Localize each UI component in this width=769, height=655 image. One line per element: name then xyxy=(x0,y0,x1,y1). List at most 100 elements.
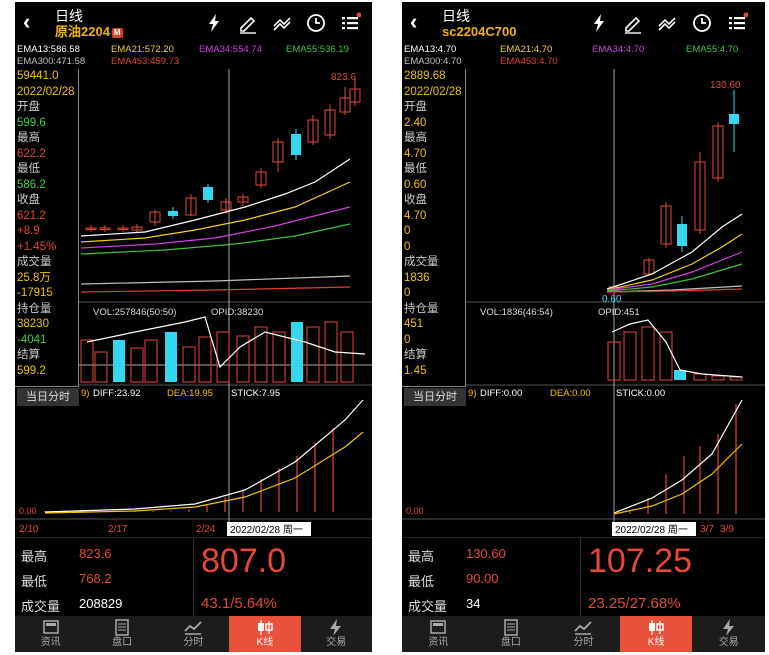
date-tick-0: 2/10 xyxy=(19,524,39,535)
info-line: 0 xyxy=(404,287,411,299)
info-line: 持仓量 xyxy=(17,302,52,315)
nav-label: 盘口 xyxy=(112,637,133,648)
timeshare-icon xyxy=(574,621,593,635)
stats-divider xyxy=(193,538,194,618)
date-tick-2: 2/24 xyxy=(196,524,216,535)
nav-tab-1[interactable]: 盘口 xyxy=(475,616,548,652)
info-line: 4.70 xyxy=(404,209,427,222)
last-price: 107.25 xyxy=(588,542,692,580)
open-interest-line xyxy=(86,316,366,369)
low-value: 768.2 xyxy=(79,571,112,586)
volume-label: VOL:257846(50:50) xyxy=(93,307,176,318)
nav-label: 资讯 xyxy=(40,637,61,648)
crosshair-info-panel: 59441.0 2022/02/28 开盘 599.6 最高 622.2 最低 586.2 收盘… xyxy=(15,69,79,387)
info-line: 0 xyxy=(404,225,411,237)
macd-zero-label: 0.00 xyxy=(19,506,37,516)
volume-bar-6 xyxy=(182,346,196,383)
volume-bar-7 xyxy=(198,336,212,383)
volume-bar-1 xyxy=(94,351,108,383)
info-line: 最低 xyxy=(404,163,427,175)
info-line: 1836 xyxy=(404,271,430,284)
info-line: 621.2 xyxy=(17,209,46,222)
ema13-line xyxy=(80,158,351,237)
volume-bar-2 xyxy=(641,326,655,381)
intraday-button[interactable]: 当日分时 xyxy=(404,388,466,406)
last-price: 807.0 xyxy=(201,542,287,580)
info-line: 1.45 xyxy=(404,364,427,377)
info-line: 586.2 xyxy=(17,178,46,191)
info-line: 最高 xyxy=(17,132,40,144)
volume-bar-8 xyxy=(216,331,230,383)
ema300-line xyxy=(80,275,351,285)
cursor-date: 2022/02/28 周一 xyxy=(230,524,303,536)
volume-bar-4 xyxy=(144,339,158,383)
quote-stats: 最高 130.60 最低 90.00 成交量 34 107.25 23.25/2… xyxy=(402,537,765,618)
nav-tab-0[interactable]: 资讯 xyxy=(15,616,86,652)
nav-tab-1[interactable]: 盘口 xyxy=(86,616,157,652)
candle-6 xyxy=(729,114,739,124)
volume-bar-1 xyxy=(623,331,637,381)
info-line: 59441.0 xyxy=(17,70,59,82)
volume-value: 34 xyxy=(466,596,481,611)
volume-bar-2 xyxy=(113,340,125,382)
info-line: 最低 xyxy=(17,163,40,175)
nav-tab-3[interactable]: K线 xyxy=(619,616,693,652)
crosshair-info-panel: 2889.68 2022/02/28 开盘 2.40 最高 4.70 最低 0.60 收盘 4.7… xyxy=(402,69,466,387)
nav-tab-4[interactable]: 交易 xyxy=(692,616,765,652)
low-label: 最低 xyxy=(21,574,48,589)
info-line: 0 xyxy=(404,333,411,346)
date-tick-1: 2/17 xyxy=(108,524,128,535)
info-line: 结算 xyxy=(17,349,40,361)
info-line: 2022/02/28 xyxy=(404,85,462,98)
info-line: 0.60 xyxy=(404,178,427,191)
timeshare-icon xyxy=(184,621,203,635)
nav-tab-0[interactable]: 资讯 xyxy=(402,616,475,652)
info-line: 开盘 xyxy=(17,101,40,113)
nav-label: 盘口 xyxy=(500,637,521,648)
macd-stick: STICK:7.95 xyxy=(231,388,280,399)
volume-label: 成交量 xyxy=(21,599,61,614)
macd-dea-line xyxy=(613,443,743,515)
info-line: 成交量 xyxy=(17,256,52,268)
macd-zero-label: 0.00 xyxy=(406,506,424,516)
info-line: +8.9 xyxy=(17,225,40,237)
info-line: 599.2 xyxy=(17,364,46,377)
trade-icon xyxy=(722,619,734,636)
volume-bar-12 xyxy=(291,322,303,382)
info-line: 0 xyxy=(404,240,411,253)
news-icon xyxy=(430,620,447,634)
macd-stick: STICK:0.00 xyxy=(616,388,665,399)
info-line: 599.6 xyxy=(17,116,46,129)
volume-value: 208829 xyxy=(79,596,123,611)
candle-3 xyxy=(677,224,687,246)
left-phone-screen: ‹ 日线 原油2204 M EMA13:586.58 EMA21:572.20 E… xyxy=(15,2,372,652)
nav-tab-2[interactable]: 分时 xyxy=(158,616,229,652)
open-interest-line xyxy=(611,319,743,378)
nav-tab-2[interactable]: 分时 xyxy=(547,616,620,652)
date-tick-1: 3/9 xyxy=(720,524,734,535)
high-value: 823.6 xyxy=(79,546,112,561)
low-label: 最低 xyxy=(408,574,435,589)
cursor-date: 2022/02/28 周一 xyxy=(615,524,688,536)
volume-bar-13 xyxy=(306,326,320,383)
volume-bar-0 xyxy=(80,339,94,383)
bottom-nav: 资讯 盘口 分时 K线 交易 xyxy=(402,616,765,652)
info-line: 38230 xyxy=(17,318,49,330)
info-line: 持仓量 xyxy=(404,302,439,315)
volume-bar-6 xyxy=(711,375,725,381)
info-line: 成交量 xyxy=(404,256,439,268)
nav-tab-4[interactable]: 交易 xyxy=(301,616,372,652)
high-label: 最高 xyxy=(408,549,435,564)
macd-dea: DEA:0.00 xyxy=(550,388,591,399)
orderbook-icon xyxy=(504,619,518,636)
volume-bar-10 xyxy=(254,326,268,383)
kline-icon xyxy=(649,620,664,635)
price-change: 43.1/5.64% xyxy=(201,595,277,612)
intraday-button[interactable]: 当日分时 xyxy=(17,388,79,406)
price-change: 23.25/27.68% xyxy=(588,595,681,612)
info-line: 4.70 xyxy=(404,147,427,160)
nav-tab-3[interactable]: K线 xyxy=(229,616,301,652)
right-phone-screen: ‹ 日线 sc2204C700 EMA13:4.70 EMA21:4.70 EM… xyxy=(402,2,765,652)
nav-label: 交易 xyxy=(718,637,739,648)
bottom-nav: 资讯 盘口 分时 K线 交易 xyxy=(15,616,372,652)
